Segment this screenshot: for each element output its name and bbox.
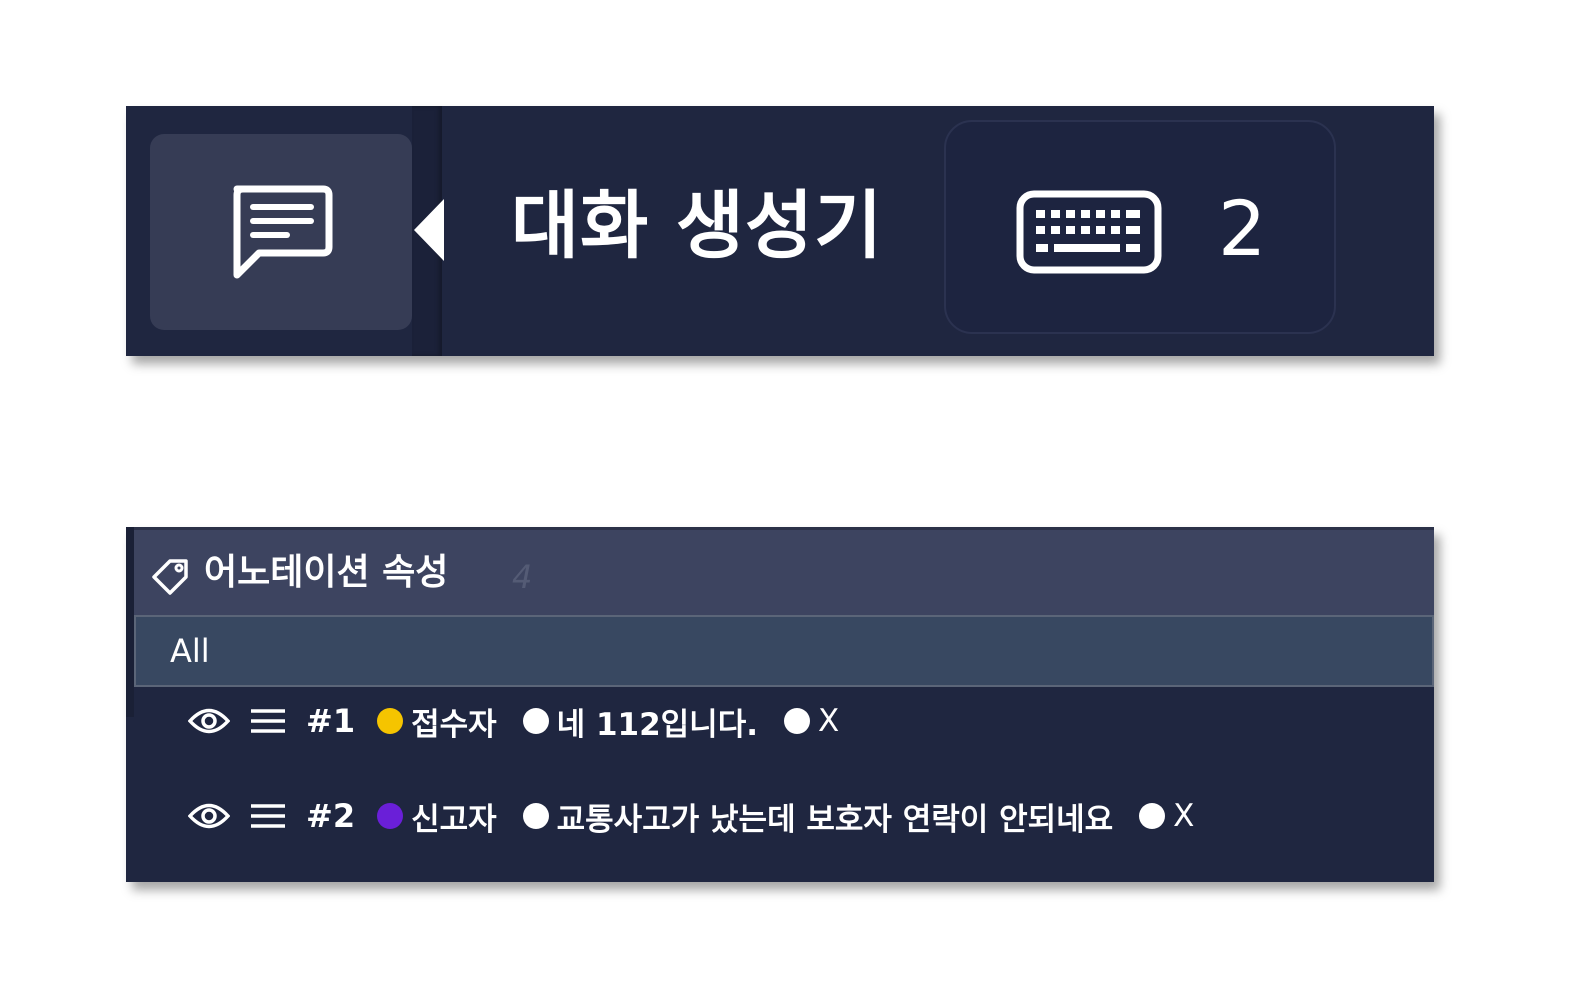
flag-dot — [784, 708, 810, 734]
annotation-attributes-panel: 어노테이션 속성 4 All #1 접수자 네 112입니다. X #2 신고자… — [126, 527, 1434, 882]
annotation-header[interactable]: 어노테이션 속성 4 — [134, 527, 1434, 615]
utterance-text: 네 112입니다. — [556, 706, 758, 743]
panel-left-rule — [126, 527, 134, 717]
role-label: 접수자 — [411, 706, 497, 743]
utterance-dot — [522, 708, 549, 734]
keyboard-icon — [1016, 190, 1162, 274]
annotation-row[interactable]: #1 접수자 네 112입니다. X — [188, 691, 839, 751]
keyboard-count-box[interactable]: 2 — [944, 120, 1336, 334]
drag-handle-icon[interactable] — [250, 803, 286, 829]
row-index: #1 — [306, 702, 356, 740]
collapse-arrow-icon[interactable] — [414, 199, 444, 261]
flag-dot — [1139, 803, 1166, 829]
utterance-text: 교통사고가 났는데 보호자 연락이 안되네요 — [556, 801, 1114, 838]
utterance-dot — [522, 803, 549, 829]
tag-icon — [152, 559, 188, 595]
flag-value: X — [818, 703, 840, 739]
annotation-row[interactable]: #2 신고자 교통사고가 났는데 보호자 연락이 안되네요 X — [188, 786, 1194, 846]
row-index: #2 — [306, 797, 356, 835]
keyboard-count: 2 — [1218, 184, 1267, 273]
eye-icon[interactable] — [188, 801, 230, 831]
eye-icon[interactable] — [188, 706, 230, 736]
annotation-count: 4 — [512, 558, 533, 596]
panel-title: 대화 생성기 — [511, 183, 884, 269]
filter-all-row[interactable]: All — [134, 615, 1434, 687]
role-color-dot — [377, 803, 404, 829]
role-color-dot — [377, 708, 404, 734]
annotation-title: 어노테이션 속성 — [204, 552, 449, 593]
flag-value: X — [1173, 798, 1195, 834]
drag-handle-icon[interactable] — [250, 708, 286, 734]
chat-tool-button[interactable] — [150, 134, 412, 330]
chat-message-icon — [233, 185, 333, 279]
dialog-generator-panel: 대화 생성기 2 — [126, 106, 1434, 356]
filter-label: All — [170, 632, 210, 670]
role-label: 신고자 — [411, 801, 497, 838]
canvas: 대화 생성기 2 어노테이션 속성 4 All #1 접수자 네 112입니다.… — [0, 0, 1586, 1004]
